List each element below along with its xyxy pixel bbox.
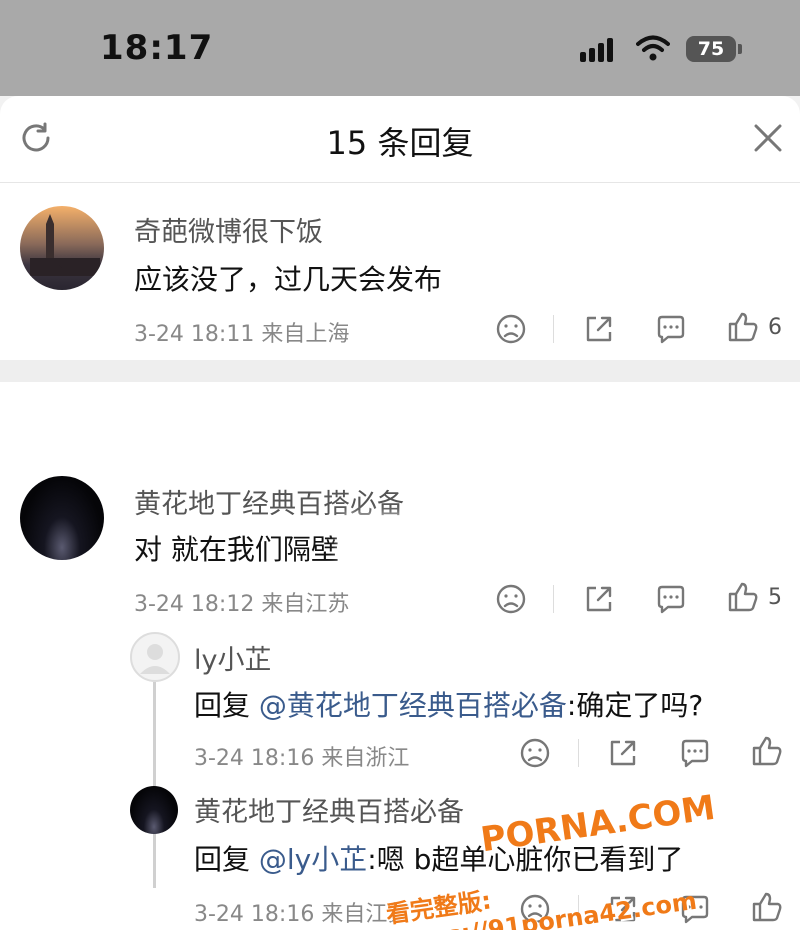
avatar[interactable] [20,476,104,560]
dislike-icon[interactable] [494,312,528,346]
comment-text: 对 就在我们隔壁 [134,533,339,566]
action-divider [553,315,554,343]
mention-link[interactable]: @ly小芷 [259,843,367,876]
mention-link[interactable]: @黄花地丁经典百搭必备 [259,689,567,722]
like-count: 5 [768,585,782,610]
reply-prefix: 回复 [194,843,259,876]
status-bar: 18:17 75 [0,0,800,96]
replies-sheet: 15 条回复 奇葩微博很下饭 应该没了，过几天会发布 3-24 18:11 来自… [0,96,800,930]
reply-username[interactable]: ly小芷 [194,638,271,677]
comment-text: 应该没了，过几天会发布 [134,263,443,296]
reply-text: 回复 @黄花地丁经典百搭必备:确定了吗? [194,684,703,724]
avatar[interactable] [20,206,104,290]
reply-prefix: 回复 [194,689,259,722]
like-icon[interactable] [726,310,760,344]
share-icon[interactable] [582,312,616,346]
action-divider [578,739,579,767]
battery-icon: 75 [686,36,742,62]
thread-line [153,682,156,888]
reply-body: :确定了吗? [566,689,704,722]
close-icon[interactable] [750,120,786,156]
like-count: 6 [768,315,782,340]
status-time: 18:17 [100,28,214,68]
section-divider [0,360,800,382]
signal-icon [580,36,620,62]
like-icon[interactable] [750,734,784,768]
comment-icon[interactable] [654,582,688,616]
comment-meta: 3-24 18:12 来自江苏 [134,592,350,617]
avatar[interactable] [130,632,180,682]
share-icon[interactable] [606,736,640,770]
sheet-header: 15 条回复 [0,96,800,183]
comment-icon[interactable] [654,312,688,346]
reply-meta: 3-24 18:16 来自浙江 [194,746,410,771]
action-divider [553,585,554,613]
blur-overlay [340,516,520,566]
avatar[interactable] [130,786,178,834]
comment-icon[interactable] [678,736,712,770]
comment-username[interactable]: 奇葩微博很下饭 [134,210,323,249]
like-icon[interactable] [726,580,760,614]
dislike-icon[interactable] [494,582,528,616]
wifi-icon [636,35,670,61]
page-title: 15 条回复 [326,124,474,162]
dislike-icon[interactable] [518,736,552,770]
share-icon[interactable] [582,582,616,616]
comment-meta: 3-24 18:11 来自上海 [134,322,350,347]
reply-meta: 3-24 18:16 来自江苏 [194,902,410,927]
reply-username[interactable]: 黄花地丁经典百搭必备 [194,790,464,829]
